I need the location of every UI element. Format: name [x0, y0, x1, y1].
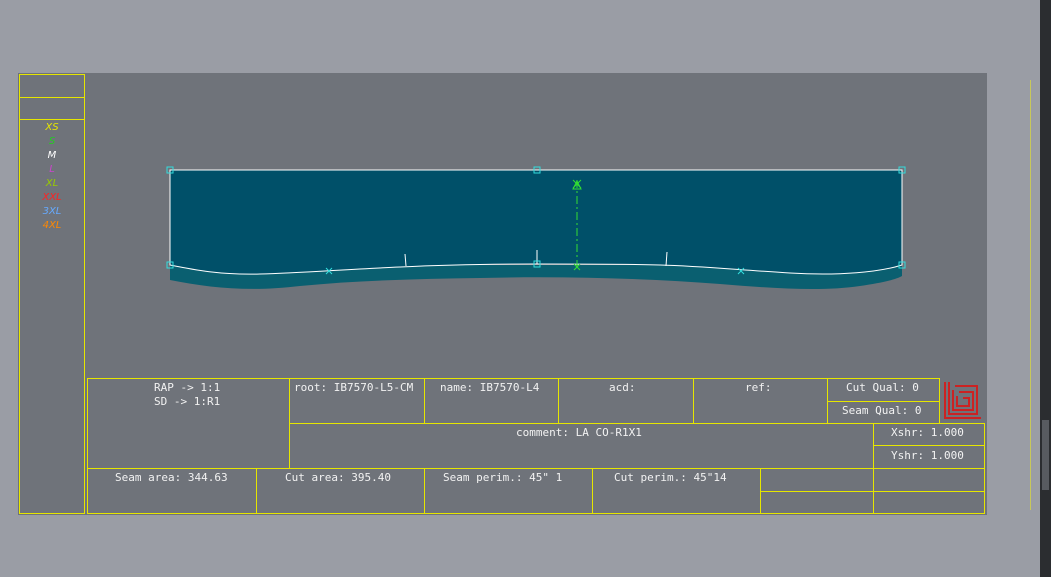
cut-qual-value: Cut Qual: 0: [846, 381, 919, 394]
side-toolbar-edge: [1030, 80, 1039, 510]
seam-line: [169, 169, 903, 275]
cut-area-cell: Cut area: 395.40: [256, 468, 425, 514]
cut-perim-value: Cut perim.: 45"14: [614, 471, 727, 484]
seam-perim-value: Seam perim.: 45" 1: [443, 471, 563, 484]
comment-value: comment: LA CO-R1X1: [516, 426, 642, 439]
seam-area-value: Seam area: 344.63: [115, 471, 228, 484]
cut-area-value: Cut area: 395.40: [285, 471, 391, 484]
acd-cell: acd:: [558, 378, 694, 424]
root-value: root: IB7570-L5-CM: [294, 381, 414, 394]
vertical-scrollbar[interactable]: [1040, 0, 1051, 577]
root-cell: root: IB7570-L5-CM: [289, 378, 425, 424]
rap-label: RAP -> 1:1: [154, 381, 221, 394]
seam-perim-cell: Seam perim.: 45" 1: [424, 468, 593, 514]
name-cell: name: IB7570-L4: [424, 378, 559, 424]
cut-qual-cell: Cut Qual: 0: [827, 378, 940, 402]
empty-cell: [873, 468, 985, 492]
brand-logo-icon: [941, 380, 983, 420]
xshr-value: Xshr: 1.000: [891, 426, 964, 439]
ref-cell: ref:: [693, 378, 828, 424]
ref-value: ref:: [745, 381, 772, 394]
scrollbar-thumb[interactable]: [1042, 420, 1049, 490]
seam-area-cell: Seam area: 344.63: [87, 468, 257, 514]
empty-cell: [760, 468, 874, 492]
sd-label: SD -> 1:R1: [154, 395, 221, 408]
yshr-value: Yshr: 1.000: [891, 449, 964, 462]
xshr-cell: Xshr: 1.000: [873, 423, 985, 446]
seam-qual-value: Seam Qual: 0: [842, 404, 922, 417]
empty-cell: [760, 491, 874, 514]
seam-qual-cell: Seam Qual: 0: [827, 401, 940, 424]
scale-cell: RAP -> 1:1 SD -> 1:R1: [87, 378, 290, 469]
comment-cell: comment: LA CO-R1X1: [289, 423, 874, 469]
empty-cell: [873, 491, 985, 514]
yshr-cell: Yshr: 1.000: [873, 445, 985, 469]
cut-perim-cell: Cut perim.: 45"14: [592, 468, 761, 514]
acd-value: acd:: [609, 381, 636, 394]
name-value: name: IB7570-L4: [440, 381, 540, 394]
